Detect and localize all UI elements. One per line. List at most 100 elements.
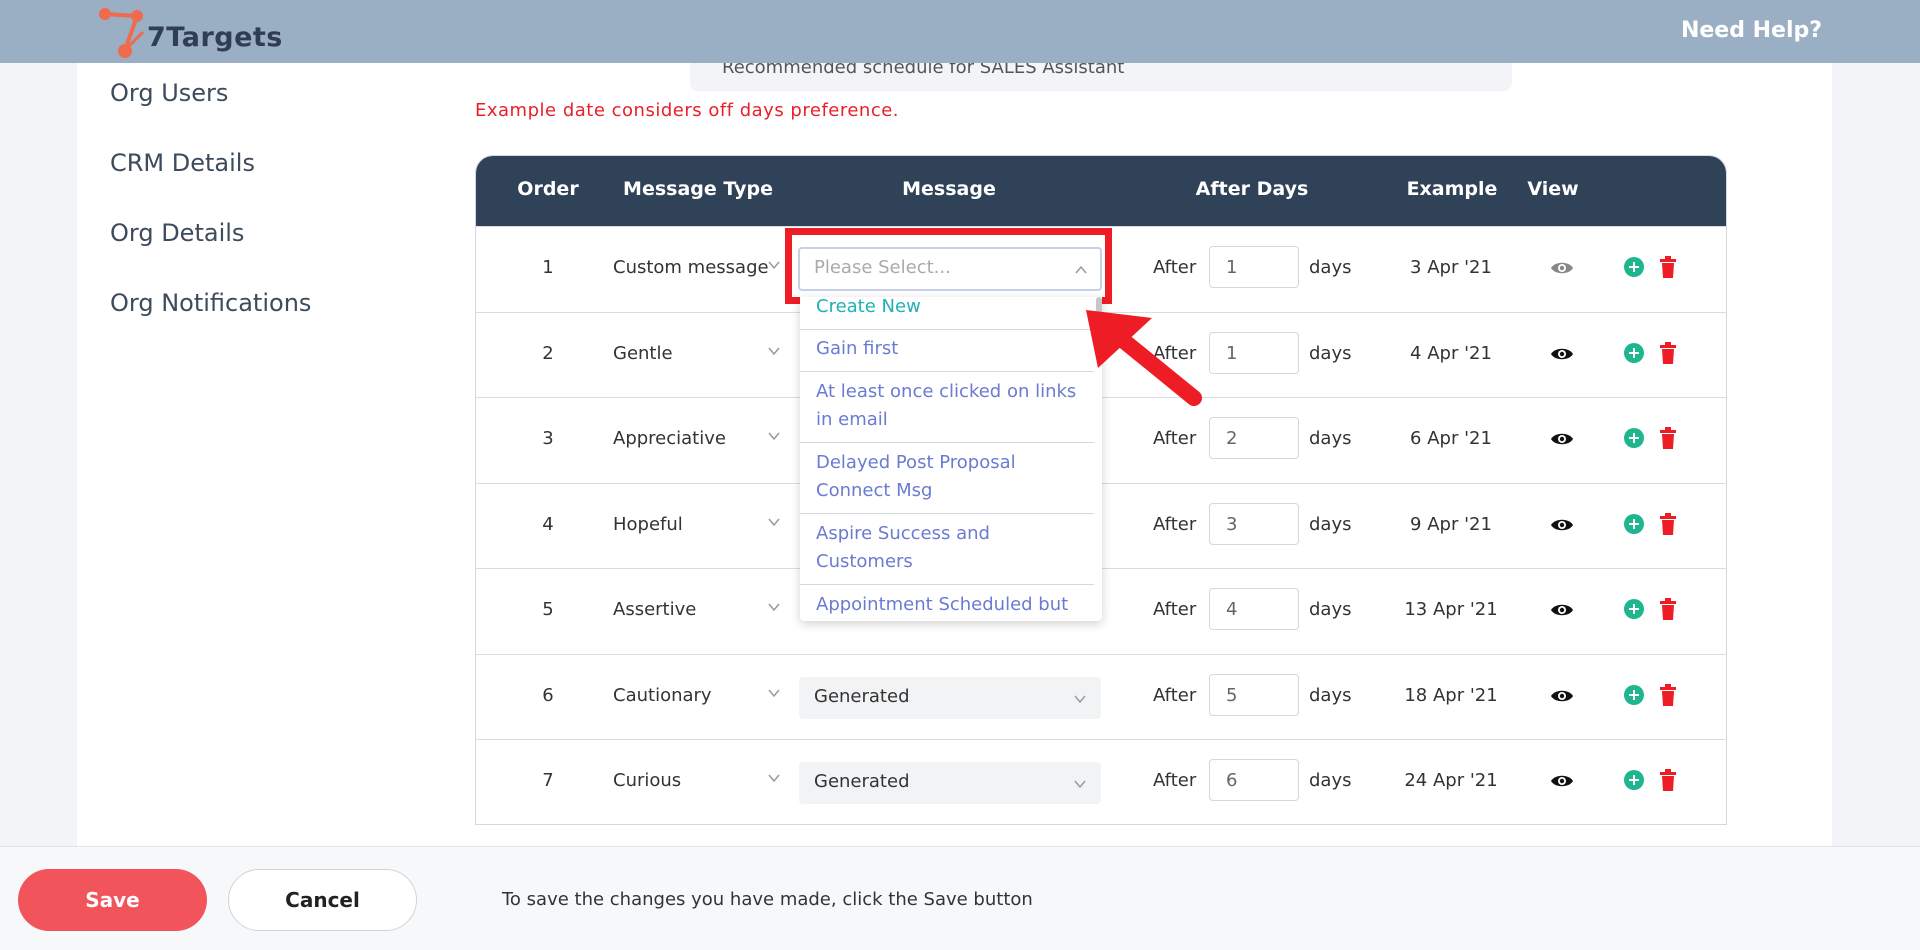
message-type-select[interactable]: Cautionary (613, 685, 712, 706)
chevron-down-icon[interactable] (768, 516, 780, 528)
example-date: 4 Apr '21 (1410, 343, 1492, 364)
days-label: days (1309, 599, 1352, 620)
message-type-select[interactable]: Curious (613, 770, 681, 791)
add-row-icon[interactable] (1624, 428, 1644, 448)
cancel-button[interactable]: Cancel (228, 869, 417, 931)
chevron-down-icon[interactable] (768, 430, 780, 442)
after-label: After (1153, 428, 1197, 449)
sidebar-item-org-notifications[interactable]: Org Notifications (110, 289, 311, 317)
after-label: After (1153, 257, 1197, 278)
example-date: 24 Apr '21 (1404, 770, 1498, 791)
days-label: days (1309, 770, 1352, 791)
need-help-link[interactable]: Need Help? (1681, 18, 1822, 43)
after-days-input[interactable] (1209, 588, 1299, 630)
add-row-icon[interactable] (1624, 257, 1644, 277)
off-days-warning: Example date considers off days preferen… (475, 100, 900, 121)
eye-icon[interactable] (1550, 687, 1574, 705)
add-row-icon[interactable] (1624, 599, 1644, 619)
top-bar: 7Targets Need Help? (0, 0, 1920, 63)
message-type-select[interactable]: Hopeful (613, 514, 683, 535)
trash-icon[interactable] (1659, 769, 1677, 791)
save-button[interactable]: Save (18, 869, 207, 931)
message-dropdown-list: Create New Gain first At least once clic… (800, 297, 1102, 621)
days-label: days (1309, 257, 1352, 278)
after-days-input[interactable] (1209, 332, 1299, 374)
after-days-input[interactable] (1209, 503, 1299, 545)
eye-icon[interactable] (1550, 516, 1574, 534)
message-type-select[interactable]: Custom message (613, 257, 769, 278)
chevron-down-icon[interactable] (768, 345, 780, 357)
option-create-new[interactable]: Create New (800, 297, 1094, 330)
chevron-down-icon[interactable] (768, 259, 780, 271)
example-date: 13 Apr '21 (1404, 599, 1498, 620)
header-example: Example (1406, 178, 1498, 200)
eye-icon[interactable] (1550, 345, 1574, 363)
after-label: After (1153, 770, 1197, 791)
message-type-select[interactable]: Appreciative (613, 428, 726, 449)
row-order: 2 (542, 343, 554, 364)
option-appointment-scheduled[interactable]: Appointment Scheduled but (800, 583, 1094, 621)
sidebar: Org Users CRM Details Org Details Org No… (77, 63, 370, 846)
table-row: 7 Curious Generated After days 24 Apr '2… (476, 739, 1726, 824)
after-label: After (1153, 514, 1197, 535)
add-row-icon[interactable] (1624, 514, 1644, 534)
after-days-input[interactable] (1209, 417, 1299, 459)
message-type-select[interactable]: Gentle (613, 343, 673, 364)
row-order: 1 (542, 257, 554, 278)
header-order: Order (517, 178, 579, 200)
after-days-input[interactable] (1209, 674, 1299, 716)
eye-icon[interactable] (1550, 259, 1574, 277)
option-aspire-success[interactable]: Aspire Success and Customers (800, 512, 1094, 585)
sidebar-item-crm-details[interactable]: CRM Details (110, 149, 255, 177)
schedule-text: Recommended schedule for SALES Assistant (722, 63, 1125, 78)
add-row-icon[interactable] (1624, 343, 1644, 363)
message-select-value: Generated (814, 686, 910, 707)
trash-icon[interactable] (1659, 684, 1677, 706)
add-row-icon[interactable] (1624, 770, 1644, 790)
trash-icon[interactable] (1659, 513, 1677, 535)
example-date: 6 Apr '21 (1410, 428, 1492, 449)
message-select[interactable]: Generated (799, 762, 1101, 804)
chevron-down-icon[interactable] (768, 601, 780, 613)
days-label: days (1309, 685, 1352, 706)
header-view: View (1527, 178, 1579, 200)
row-order: 7 (542, 770, 554, 791)
header-after-days: After Days (1195, 178, 1309, 200)
sidebar-item-org-details[interactable]: Org Details (110, 219, 244, 247)
chevron-down-icon[interactable] (768, 687, 780, 699)
chevron-down-icon (1074, 695, 1086, 704)
days-label: days (1309, 514, 1352, 535)
main-content: 1 Recommended schedule for SALES Assista… (370, 63, 1832, 846)
sidebar-item-org-users[interactable]: Org Users (110, 79, 228, 107)
example-date: 3 Apr '21 (1410, 257, 1492, 278)
message-select[interactable]: Generated (799, 677, 1101, 719)
chevron-down-icon (1074, 780, 1086, 789)
pointer-arrow-icon (1086, 310, 1202, 406)
option-clicked-links[interactable]: At least once clicked on links in email (800, 370, 1094, 443)
trash-icon[interactable] (1659, 427, 1677, 449)
after-label: After (1153, 599, 1197, 620)
trash-icon[interactable] (1659, 342, 1677, 364)
row-order: 3 (542, 428, 554, 449)
after-days-input[interactable] (1209, 759, 1299, 801)
eye-icon[interactable] (1550, 430, 1574, 448)
highlight-box (785, 228, 1112, 304)
trash-icon[interactable] (1659, 256, 1677, 278)
option-delayed-post-proposal[interactable]: Delayed Post Proposal Connect Msg (800, 441, 1094, 514)
message-type-select[interactable]: Assertive (613, 599, 696, 620)
logo-text: 7Targets (147, 22, 283, 53)
add-row-icon[interactable] (1624, 685, 1644, 705)
after-days-input[interactable] (1209, 246, 1299, 288)
table-row: 6 Cautionary Generated After days 18 Apr… (476, 654, 1726, 740)
option-gain-first[interactable]: Gain first (800, 327, 1094, 372)
chevron-down-icon[interactable] (768, 772, 780, 784)
days-label: days (1309, 428, 1352, 449)
row-order: 5 (542, 599, 554, 620)
schedule-banner[interactable]: 1 Recommended schedule for SALES Assista… (690, 63, 1512, 91)
footer-bar: Save Cancel To save the changes you have… (0, 846, 1920, 950)
eye-icon[interactable] (1550, 601, 1574, 619)
trash-icon[interactable] (1659, 598, 1677, 620)
header-message: Message (902, 178, 996, 200)
eye-icon[interactable] (1550, 772, 1574, 790)
example-date: 18 Apr '21 (1404, 685, 1498, 706)
